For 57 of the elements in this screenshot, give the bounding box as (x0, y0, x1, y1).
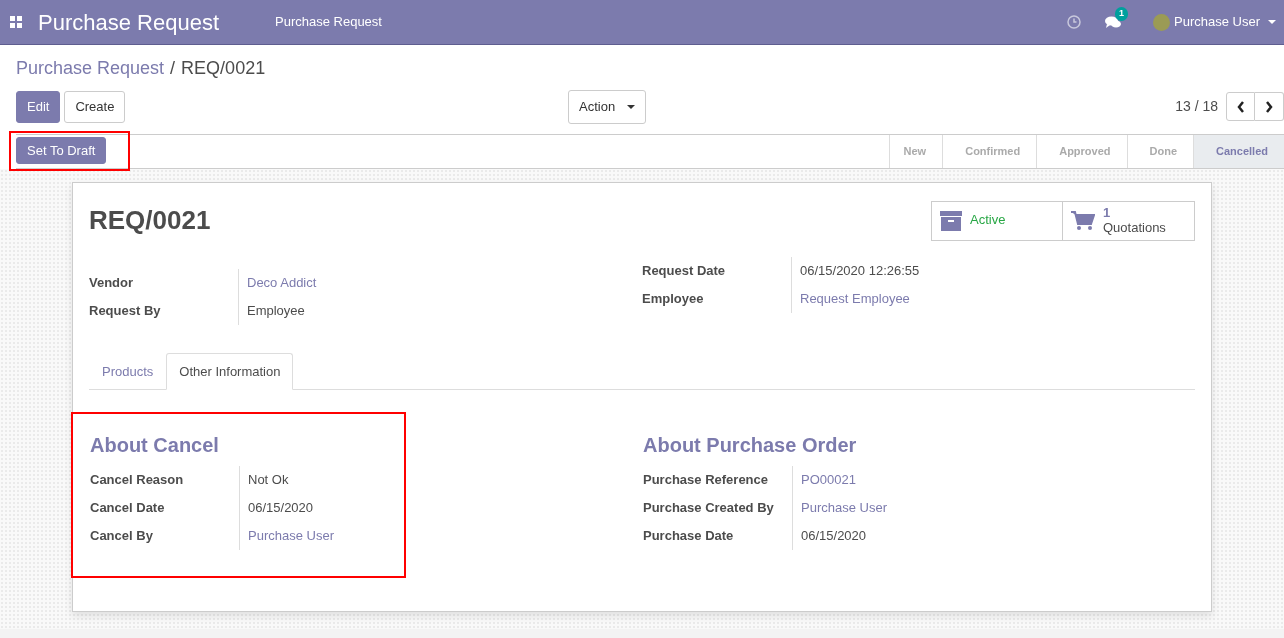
breadcrumb-link[interactable]: Purchase Request (16, 58, 165, 78)
action-dropdown[interactable]: Action (568, 90, 647, 124)
chevron-right-icon (1265, 100, 1273, 113)
app-title: Purchase Request (38, 8, 219, 37)
quotation-count: 1 (1103, 206, 1112, 221)
chevron-left-icon (1236, 100, 1245, 113)
create-button[interactable]: Create (64, 91, 126, 123)
pager-count: 13 / 18 (1175, 97, 1218, 117)
field-label: Cancel By (90, 527, 153, 546)
field-link[interactable]: Purchase User (793, 498, 887, 518)
field-label: Employee (642, 289, 704, 308)
field-link[interactable]: PO00021 (793, 470, 856, 490)
field-label: Purchase Date (643, 527, 734, 546)
field-value: Employee (246, 301, 305, 320)
breadcrumb-separator: / (170, 58, 176, 78)
menu-link[interactable]: Purchase Request (275, 12, 382, 32)
edit-button[interactable]: Edit (16, 91, 61, 123)
apps-grid-icon[interactable] (10, 16, 22, 28)
tab[interactable]: Other Information (166, 352, 294, 390)
quotations-button[interactable]: 1 Quotations (1063, 200, 1195, 241)
field-value: 06/15/2020 12:26:55 (799, 261, 920, 280)
record-title: REQ/0021 (89, 203, 211, 237)
status-stage: New (888, 134, 943, 168)
previous-button[interactable] (1226, 92, 1255, 122)
field-value: 06/15/2020 (800, 527, 867, 546)
message-count-badge: 1 (1115, 7, 1129, 21)
set-to-draft-button[interactable]: Set To Draft (16, 136, 107, 165)
breadcrumb-current: REQ/0021 (181, 58, 266, 78)
field-label: Cancel Date (90, 499, 165, 518)
field-label: Cancel Reason (90, 471, 184, 490)
status-text: Active (970, 213, 1006, 228)
active-toggle-button[interactable]: Active (931, 200, 1063, 241)
field-link[interactable]: Deco Addict (239, 272, 317, 293)
caret-icon (1268, 20, 1276, 24)
status-stage: Confirmed (942, 134, 1037, 168)
status-stage: Cancelled (1193, 134, 1284, 168)
field-link[interactable]: Request Employee (792, 288, 910, 309)
next-button[interactable] (1255, 92, 1284, 122)
field-value: Not Ok (247, 471, 289, 490)
tab[interactable]: Products (89, 352, 167, 390)
field-label: Vendor (89, 273, 134, 292)
section-title: About Purchase Order (643, 433, 858, 458)
archive-box-icon (940, 210, 962, 231)
field-label: Request By (89, 301, 161, 320)
button-label: Quotations (1103, 220, 1166, 235)
user-menu[interactable]: Purchase User (1153, 12, 1276, 32)
clock-icon[interactable] (1067, 15, 1081, 29)
field-label: Purchase Reference (643, 471, 768, 490)
field-label: Request Date (642, 261, 726, 280)
field-value: 06/15/2020 (247, 499, 314, 518)
caret-icon (627, 104, 636, 109)
avatar-icon (1153, 13, 1170, 31)
field-link[interactable]: Purchase User (240, 526, 334, 546)
status-stage: Approved (1036, 134, 1127, 168)
section-title: About Cancel (90, 433, 220, 458)
field-label: Purchase Created By (643, 499, 774, 518)
cart-icon (1071, 210, 1095, 231)
